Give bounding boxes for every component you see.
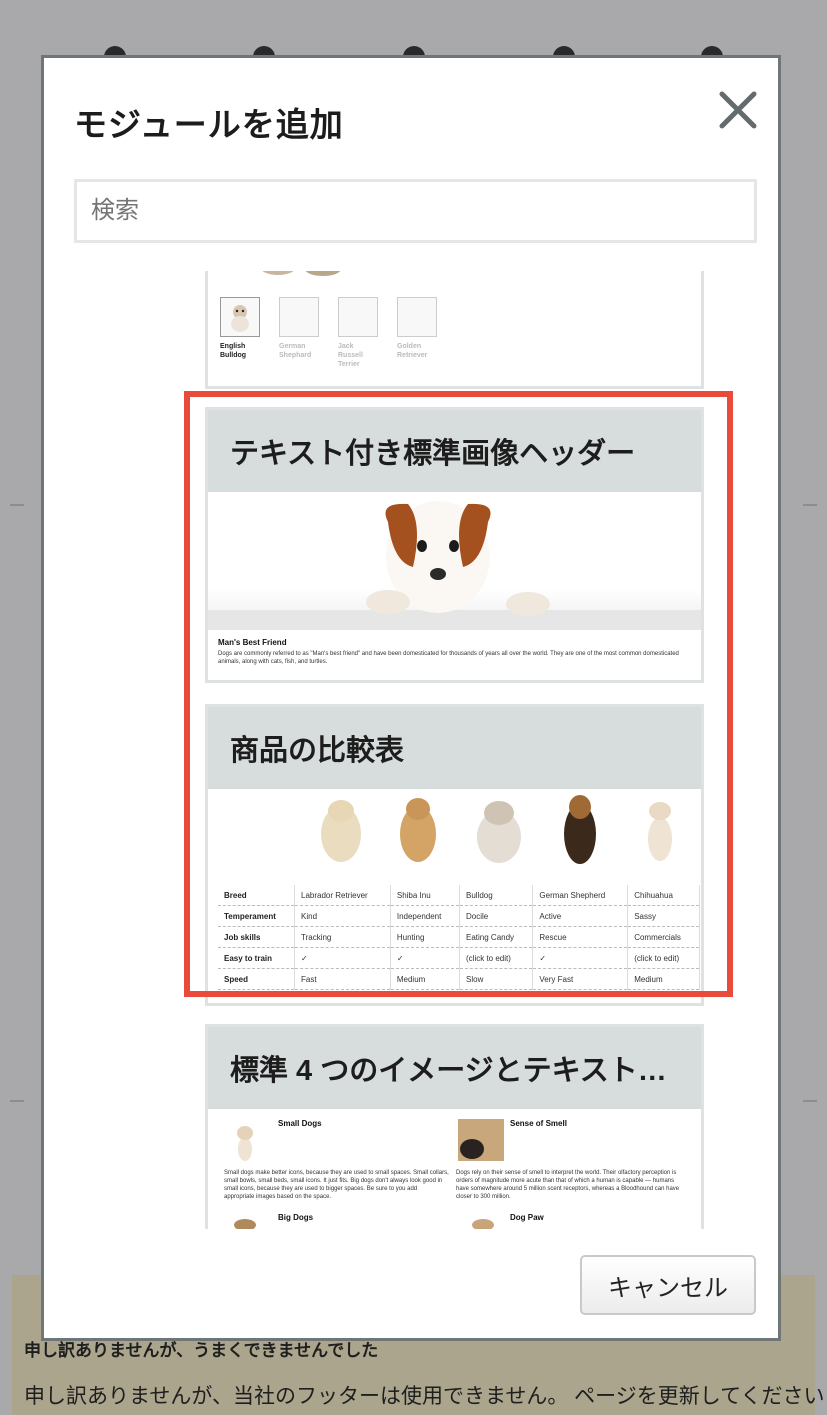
- thumbnail[interactable]: English Bulldog: [220, 297, 260, 369]
- item-body: Dogs rely on their sense of smell to int…: [456, 1170, 680, 1200]
- thumbnail[interactable]: Golden Retriever: [397, 297, 437, 369]
- thumbnail-label: German Shephard: [279, 343, 312, 359]
- selection-highlight: [184, 391, 733, 997]
- bg-divider: [10, 1100, 24, 1102]
- shepherd-thumbnail: [279, 297, 319, 337]
- close-icon: [719, 91, 757, 129]
- item-title: Dog Paw: [510, 1213, 544, 1222]
- dog-paws-image: [262, 271, 341, 276]
- dialog-title: モジュールを追加: [74, 106, 344, 143]
- bulldog-thumbnail: [220, 297, 260, 337]
- retriever-thumbnail: [397, 297, 437, 337]
- module-card-image-gallery[interactable]: English Bulldog German Shephard Jack Rus…: [205, 271, 704, 389]
- cancel-button[interactable]: キャンセル: [580, 1255, 756, 1315]
- item-body: Small dogs make better icons, because th…: [224, 1170, 449, 1200]
- thumbnail[interactable]: German Shephard: [279, 297, 319, 369]
- search-input[interactable]: [74, 179, 757, 243]
- bg-divider: [803, 504, 817, 506]
- module-title: 標準 4 つのイメージとテキスト…: [208, 1027, 701, 1109]
- close-button[interactable]: [716, 88, 760, 132]
- small-dog-image: [237, 1126, 253, 1161]
- thumbnail-label: Golden Retriever: [397, 343, 428, 359]
- item-title: Small Dogs: [278, 1119, 322, 1128]
- module-card-four-images[interactable]: 標準 4 つのイメージとテキスト… Small Dogs Small dogs …: [205, 1024, 704, 1229]
- module-list[interactable]: English Bulldog German Shephard Jack Rus…: [44, 271, 778, 1229]
- dog-nose-image: [458, 1119, 504, 1161]
- thumbnail-label: Jack Russell Terrier: [338, 343, 363, 368]
- thumbnail-strip: English Bulldog German Shephard Jack Rus…: [220, 297, 437, 369]
- thumbnail-label: English Bulldog: [220, 343, 247, 359]
- terrier-thumbnail: [338, 297, 378, 337]
- item-title: Sense of Smell: [510, 1119, 567, 1128]
- bg-divider: [10, 504, 24, 506]
- add-module-dialog: モジュールを追加 English Bulldog: [41, 55, 781, 1341]
- item-title: Big Dogs: [278, 1213, 314, 1222]
- thumbnail[interactable]: Jack Russell Terrier: [338, 297, 378, 369]
- footer-error-message: 申し訳ありませんが、当社のフッターは使用できません。 ページを更新してください: [24, 1385, 825, 1408]
- dog-paw-image: [472, 1219, 494, 1229]
- big-dog-image: [234, 1219, 256, 1229]
- bg-divider: [803, 1100, 817, 1102]
